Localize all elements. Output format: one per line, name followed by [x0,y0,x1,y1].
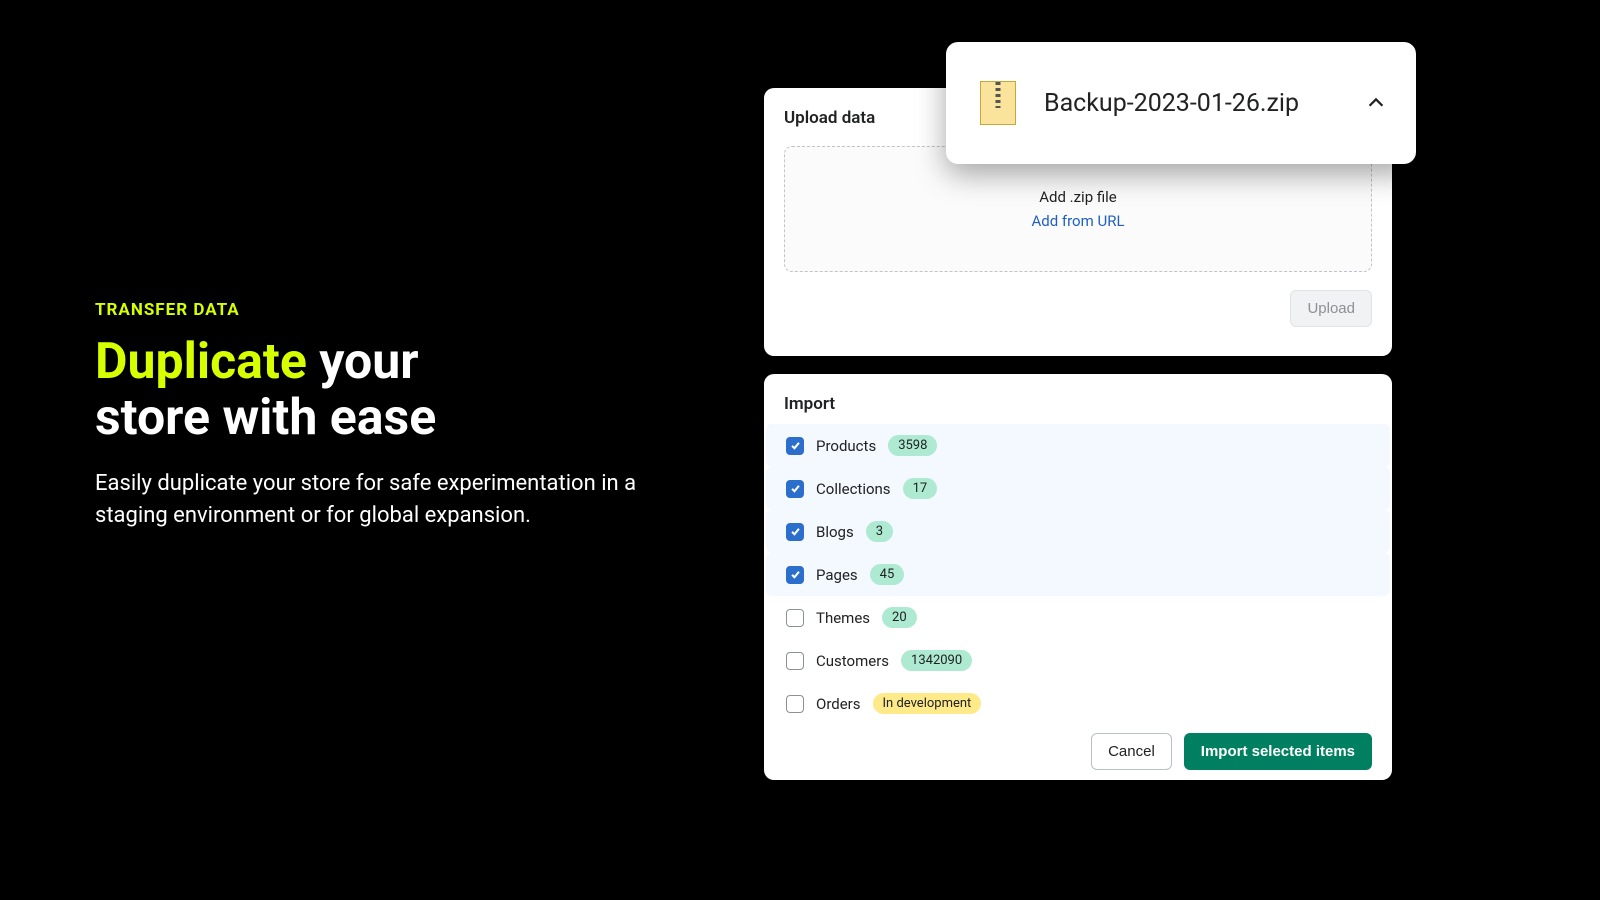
headline-rest-2: store with ease [95,389,436,447]
checkbox-blogs[interactable] [786,523,804,541]
zip-file-icon [980,81,1016,125]
cancel-button[interactable]: Cancel [1091,733,1172,770]
row-label: Blogs [816,523,854,541]
import-selected-button[interactable]: Import selected items [1184,733,1372,770]
checkbox-collections[interactable] [786,480,804,498]
row-label: Products [816,437,876,455]
count-badge: 1342090 [901,650,972,671]
row-label: Collections [816,480,891,498]
import-row-collections[interactable]: Collections 17 [766,467,1390,510]
hero-copy: TRANSFER DATA Duplicate your store with … [95,300,695,532]
upload-button[interactable]: Upload [1290,290,1372,327]
toast-filename: Backup-2023-01-26.zip [1044,89,1364,118]
import-row-blogs[interactable]: Blogs 3 [766,510,1390,553]
upload-dropzone[interactable]: Add .zip file Add from URL [784,146,1372,272]
row-label: Themes [816,609,870,627]
headline-rest-1: your [307,333,419,391]
import-row-orders[interactable]: Orders In development [766,682,1390,725]
row-label: Orders [816,695,861,713]
checkbox-customers[interactable] [786,652,804,670]
count-badge: 45 [870,564,905,585]
eyebrow: TRANSFER DATA [95,300,695,320]
import-rows: Products 3598 Collections 17 Blogs 3 Pages 45 Th… [764,424,1392,725]
import-card: Import Products 3598 Collections 17 Blogs 3 Pa… [764,374,1392,780]
row-label: Customers [816,652,889,670]
count-badge: 3 [866,521,893,542]
import-title: Import [764,394,1392,414]
dropzone-label: Add .zip file [1039,188,1117,206]
headline: Duplicate your store with ease [95,334,695,446]
import-row-customers[interactable]: Customers 1342090 [766,639,1390,682]
checkbox-orders[interactable] [786,695,804,713]
checkbox-pages[interactable] [786,566,804,584]
row-label: Pages [816,566,858,584]
chevron-up-icon[interactable] [1364,91,1388,115]
import-row-products[interactable]: Products 3598 [766,424,1390,467]
import-row-pages[interactable]: Pages 45 [766,553,1390,596]
status-badge: In development [873,693,982,714]
count-badge: 20 [882,607,917,628]
import-row-themes[interactable]: Themes 20 [766,596,1390,639]
import-actions: Cancel Import selected items [764,725,1392,770]
count-badge: 17 [903,478,938,499]
file-toast[interactable]: Backup-2023-01-26.zip [946,42,1416,164]
checkbox-products[interactable] [786,437,804,455]
upload-actions: Upload [784,290,1372,327]
subhead: Easily duplicate your store for safe exp… [95,468,675,532]
count-badge: 3598 [888,435,937,456]
add-from-url-link[interactable]: Add from URL [1031,212,1124,230]
checkbox-themes[interactable] [786,609,804,627]
headline-accent: Duplicate [95,333,307,391]
